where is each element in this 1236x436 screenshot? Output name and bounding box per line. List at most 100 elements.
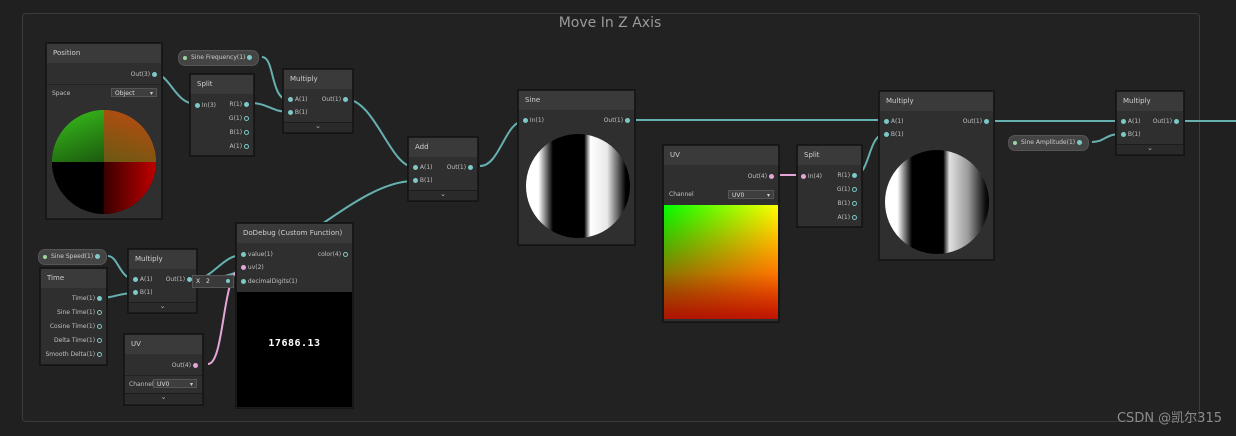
field-value: 2: [206, 278, 210, 285]
mult3-in-b[interactable]: B(1): [884, 130, 904, 140]
time-node[interactable]: Time Time(1) Sine Time(1) Cosine Time(1)…: [40, 268, 107, 365]
pin-icon: [769, 174, 774, 179]
multiply-node-3[interactable]: Multiply A(1) B(1) Out(1): [879, 91, 994, 260]
split2-out-r[interactable]: R(1): [837, 171, 857, 181]
pin-icon: [247, 55, 253, 60]
port-label: A(1): [419, 164, 433, 171]
port-label: decimalDigits(1): [247, 278, 298, 285]
multiply3-preview: [885, 150, 989, 254]
port-label: A(1): [294, 96, 308, 103]
multiply-node-4[interactable]: Multiply A(1) B(1) Out(1) ⌄: [1116, 91, 1184, 155]
split1-out-g[interactable]: G(1): [229, 114, 249, 124]
port-label: A(1): [139, 276, 153, 283]
position-preview: [52, 110, 156, 214]
dodebug-node[interactable]: DoDebug (Custom Function) value(1) uv(2)…: [236, 223, 353, 408]
debug-out-color[interactable]: color(4): [318, 250, 348, 260]
space-label: Space: [52, 90, 71, 97]
debug-in-decimal[interactable]: decimalDigits(1): [241, 277, 297, 287]
uv-node-1[interactable]: UV Out(4) Channel UV0 ▾: [663, 145, 779, 322]
pin-icon: [244, 102, 249, 107]
sine-out[interactable]: Out(1): [604, 116, 630, 126]
split1-in-port[interactable]: In(3): [195, 101, 216, 111]
split2-out-a[interactable]: A(1): [837, 213, 857, 223]
time-out-smooth[interactable]: Smooth Delta(1): [45, 350, 102, 360]
mult4-out[interactable]: Out(1): [1153, 117, 1179, 127]
property-pill: Sine Amplitude(1): [1008, 135, 1090, 151]
port-label: Smooth Delta(1): [45, 351, 96, 358]
space-dropdown[interactable]: Object ▾: [111, 88, 157, 97]
port-label: Out(4): [747, 173, 768, 180]
position-out-port[interactable]: Out(3): [131, 70, 157, 80]
split1-out-a[interactable]: A(1): [229, 142, 249, 152]
channel-dropdown[interactable]: UV0 ▾: [728, 190, 774, 199]
channel-label: Channel: [129, 381, 154, 388]
port-label: Delta Time(1): [53, 337, 96, 344]
dropdown-value: UV0: [732, 192, 745, 199]
split1-out-b[interactable]: B(1): [229, 128, 249, 138]
pin-icon: [852, 187, 857, 192]
time-out-sine[interactable]: Sine Time(1): [57, 308, 102, 318]
debug-in-uv[interactable]: uv(2): [241, 263, 264, 273]
expand-bar[interactable]: ⌄: [284, 122, 352, 132]
add-in-a[interactable]: A(1): [413, 163, 433, 173]
property-pill: Sine Speed(1): [38, 249, 108, 265]
expand-bar[interactable]: ⌄: [129, 302, 196, 312]
expand-bar[interactable]: ⌄: [1117, 144, 1183, 154]
node-title: UV: [664, 146, 778, 165]
sine-in[interactable]: In(1): [523, 116, 544, 126]
split-node-1[interactable]: Split In(3) R(1) G(1) B(1) A(1): [190, 74, 254, 156]
pin-icon: [852, 215, 857, 220]
chevron-down-icon: ⌄: [160, 393, 167, 401]
expand-bar[interactable]: ⌄: [125, 393, 202, 403]
add-in-b[interactable]: B(1): [413, 176, 433, 186]
port-label: Out(1): [321, 96, 342, 103]
mult1-in-b[interactable]: B(1): [288, 108, 308, 118]
split2-out-b[interactable]: B(1): [837, 199, 857, 209]
time-out-cosine[interactable]: Cosine Time(1): [50, 322, 102, 332]
position-node[interactable]: Position Out(3) Space Object ▾: [46, 43, 162, 219]
mult4-in-b[interactable]: B(1): [1121, 130, 1141, 140]
sine-node[interactable]: Sine In(1) Out(1): [518, 90, 635, 245]
pin-icon: [884, 132, 889, 137]
decimal-digits-field[interactable]: X 2: [192, 275, 234, 288]
split-node-2[interactable]: Split In(4) R(1) G(1) B(1) A(1): [797, 145, 862, 227]
add-out[interactable]: Out(1): [447, 163, 473, 173]
multiply-node-1[interactable]: Multiply A(1) B(1) Out(1) ⌄: [283, 69, 353, 133]
port-label: Out(1): [446, 164, 467, 171]
node-title: Split: [191, 75, 253, 94]
multiply-node-2[interactable]: Multiply A(1) B(1) Out(1) ⌄: [128, 249, 197, 313]
property-label: Sine Frequency(1): [191, 54, 246, 61]
node-title: Split: [798, 146, 861, 165]
mult2-in-a[interactable]: A(1): [133, 275, 153, 285]
uv1-out[interactable]: Out(4): [748, 172, 774, 182]
split2-in-port[interactable]: In(4): [801, 172, 822, 182]
time-out-delta[interactable]: Delta Time(1): [54, 336, 102, 346]
time-out-time[interactable]: Time(1): [72, 294, 102, 304]
dot-icon: [1013, 141, 1017, 145]
mult2-out[interactable]: Out(1): [166, 275, 192, 285]
pin-icon: [241, 279, 246, 284]
pin-icon: [244, 116, 249, 121]
pin-icon: [625, 118, 630, 123]
port-label: R(1): [837, 172, 851, 179]
split1-out-r[interactable]: R(1): [229, 100, 249, 110]
mult4-in-a[interactable]: A(1): [1121, 117, 1141, 127]
mult3-out[interactable]: Out(1): [963, 117, 989, 127]
channel-dropdown[interactable]: UV0 ▾: [153, 379, 197, 388]
split2-out-g[interactable]: G(1): [837, 185, 857, 195]
uv-node-2[interactable]: UV Out(4) Channel UV0 ▾ ⌄: [124, 334, 203, 405]
add-node[interactable]: Add A(1) B(1) Out(1) ⌄: [408, 137, 478, 201]
mult2-in-b[interactable]: B(1): [133, 288, 153, 298]
mult1-in-a[interactable]: A(1): [288, 95, 308, 105]
pin-icon: [1121, 119, 1126, 124]
pin-icon: [226, 279, 230, 283]
node-title: Add: [409, 138, 477, 157]
uv2-out[interactable]: Out(4): [172, 361, 198, 371]
mult3-in-a[interactable]: A(1): [884, 117, 904, 127]
chevron-down-icon: ⌄: [1147, 144, 1153, 152]
mult1-out[interactable]: Out(1): [322, 95, 348, 105]
expand-bar[interactable]: ⌄: [409, 190, 477, 200]
port-label: B(1): [890, 131, 904, 138]
debug-in-value[interactable]: value(1): [241, 250, 273, 260]
wire-mult1-add: [344, 98, 415, 168]
